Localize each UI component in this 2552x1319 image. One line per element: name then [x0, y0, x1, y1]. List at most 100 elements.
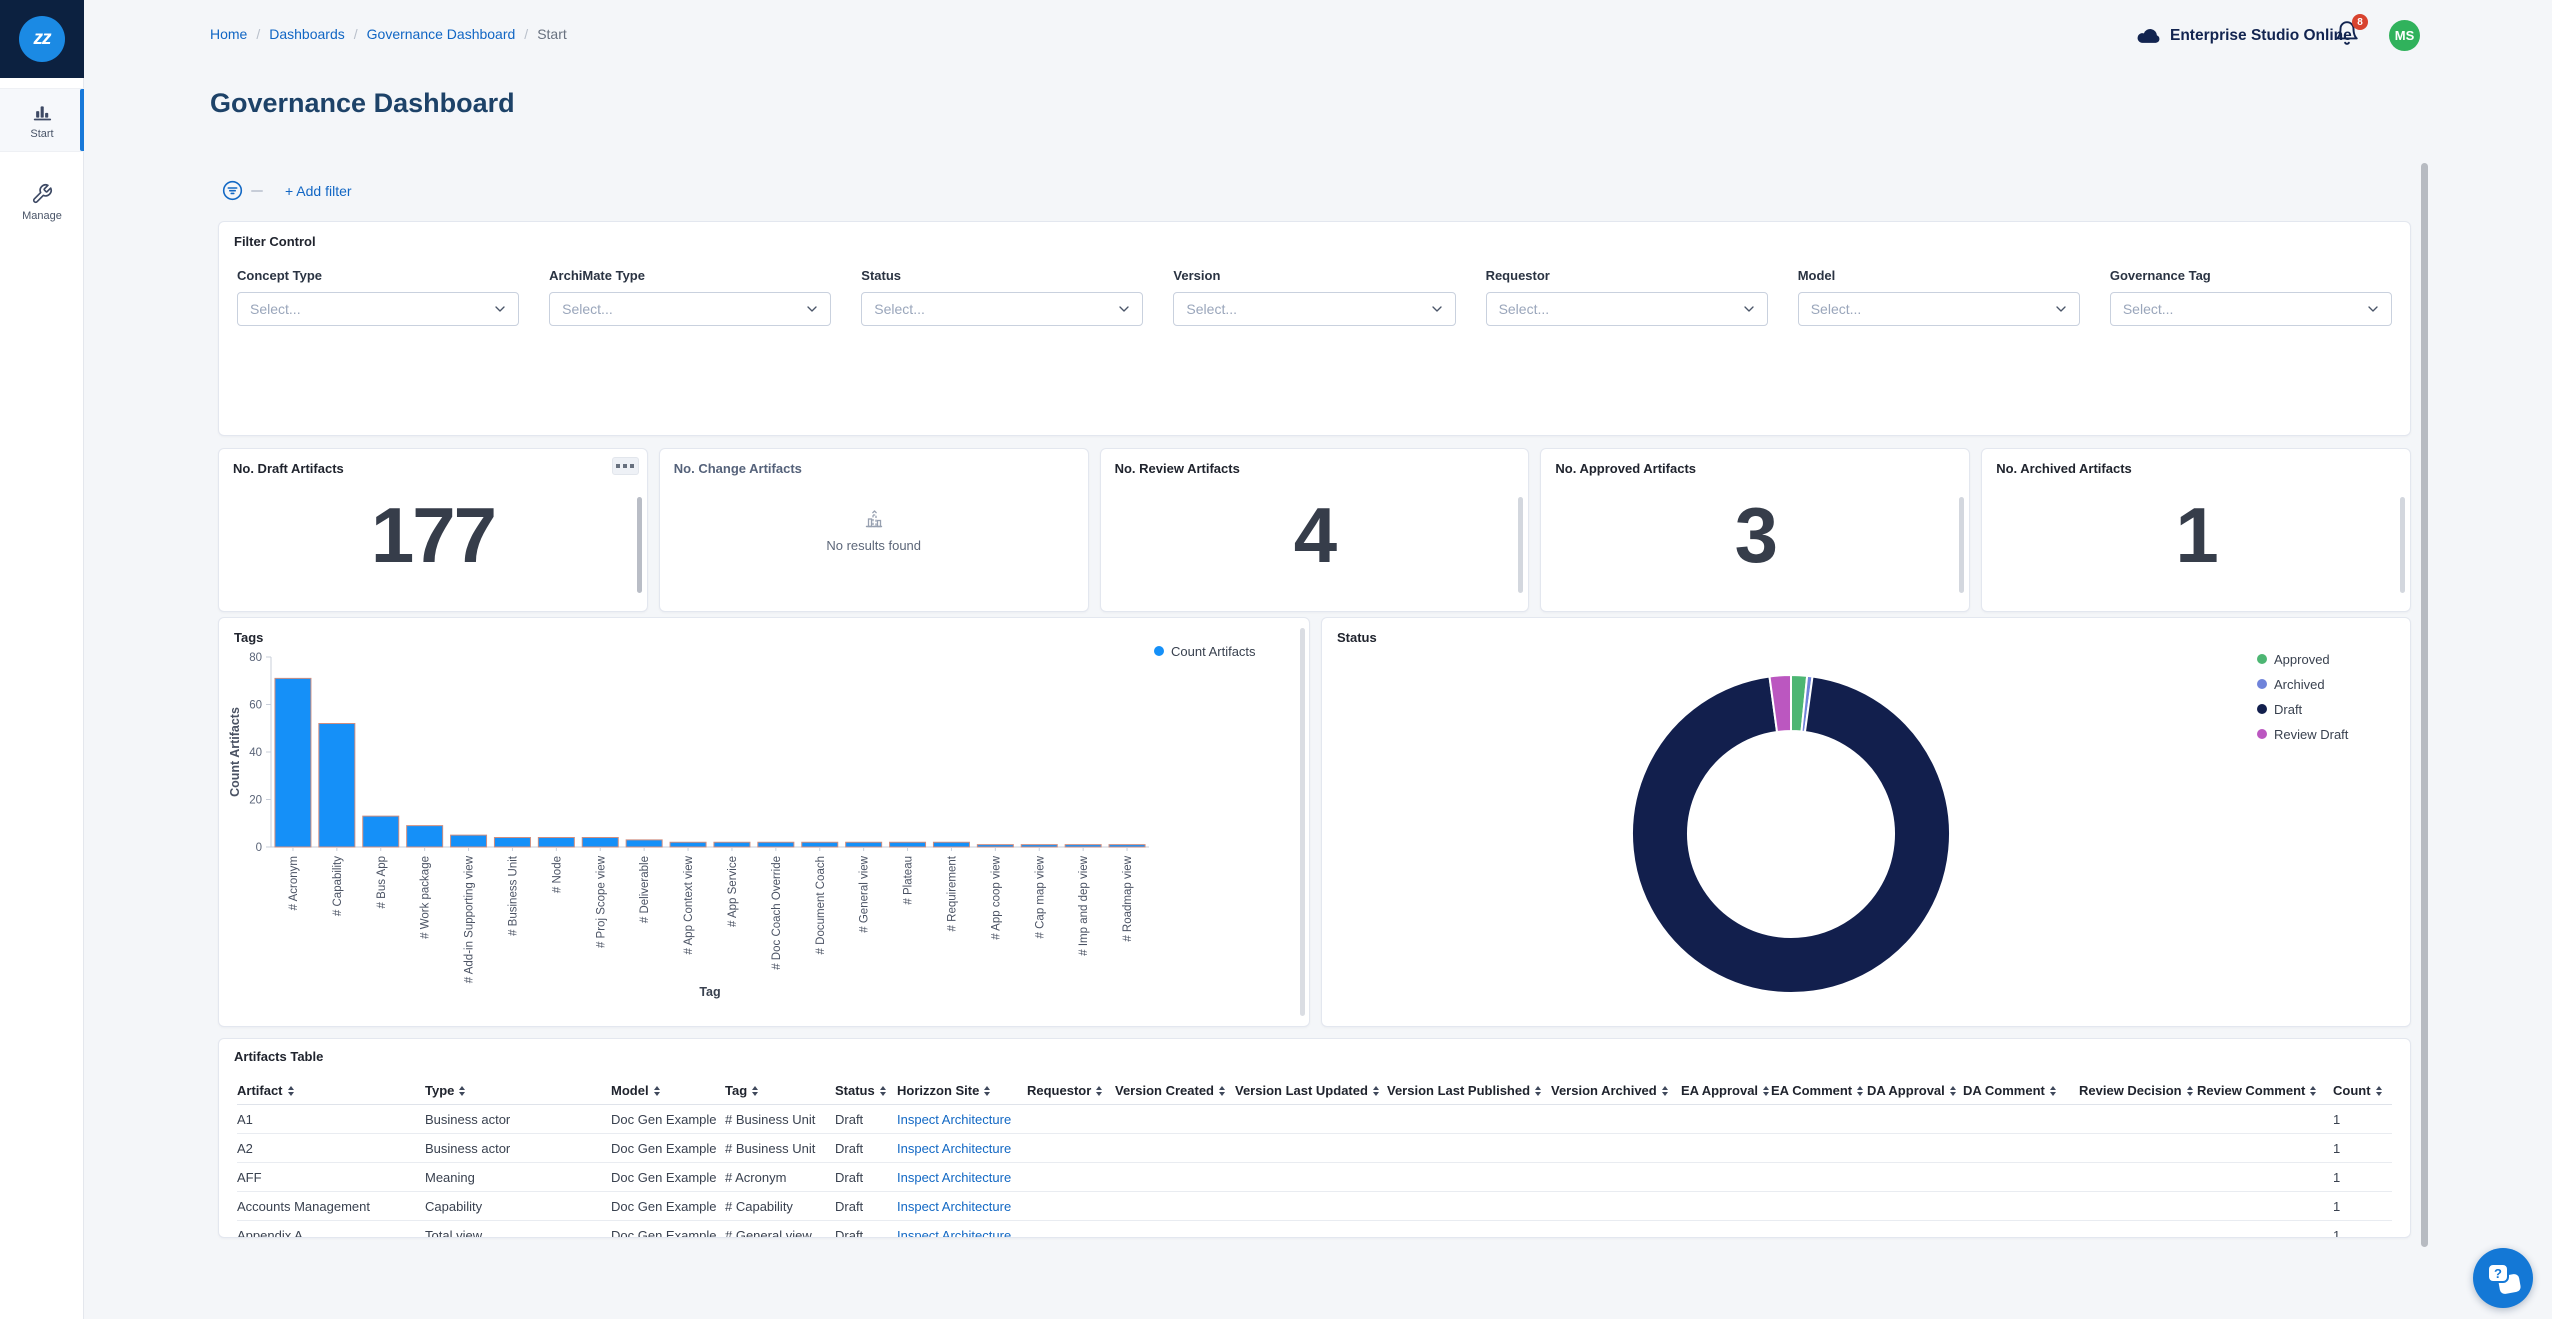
column-header-tag[interactable]: Tag: [725, 1083, 835, 1098]
column-header-da-approval[interactable]: DA Approval: [1867, 1083, 1963, 1098]
column-header-label: Version Last Updated: [1235, 1083, 1368, 1098]
filter-select-model[interactable]: Select...: [1798, 292, 2080, 326]
chevron-down-icon: [1741, 301, 1757, 317]
cell-status: Draft: [835, 1199, 897, 1214]
card-scrollbar[interactable]: [1518, 497, 1523, 593]
artifacts-table-panel: Artifacts Table ArtifactTypeModelTagStat…: [218, 1038, 2411, 1238]
select-placeholder: Select...: [1499, 301, 1550, 317]
column-header-version-archived[interactable]: Version Archived: [1551, 1083, 1681, 1098]
card-scrollbar[interactable]: [637, 497, 642, 593]
column-header-label: EA Comment: [1771, 1083, 1852, 1098]
filter-field-model: ModelSelect...: [1798, 268, 2080, 326]
tags-bar: [626, 840, 662, 847]
column-header-requestor[interactable]: Requestor: [1027, 1083, 1115, 1098]
column-header-version-last-published[interactable]: Version Last Published: [1387, 1083, 1551, 1098]
table-row[interactable]: Accounts ManagementCapabilityDoc Gen Exa…: [237, 1192, 2392, 1221]
filter-circle-icon[interactable]: [222, 180, 243, 201]
filter-select-status[interactable]: Select...: [861, 292, 1143, 326]
column-header-review-decision[interactable]: Review Decision: [2079, 1083, 2197, 1098]
column-header-label: Review Comment: [2197, 1083, 2305, 1098]
notifications-button[interactable]: 8: [2334, 20, 2368, 54]
add-filter-button[interactable]: + Add filter: [285, 183, 352, 199]
cell-artifact: AFF: [237, 1170, 425, 1185]
tags-x-label: # General view: [859, 855, 871, 932]
table-row[interactable]: AFFMeaningDoc Gen Example# AcronymDraftI…: [237, 1163, 2392, 1192]
tags-bar: [977, 845, 1013, 847]
column-header-label: Version Created: [1115, 1083, 1214, 1098]
breadcrumb-item-dashboards[interactable]: Dashboards: [269, 26, 345, 42]
panel-title: Filter Control: [234, 234, 316, 249]
cell-horizzon-site[interactable]: Inspect Architecture: [897, 1170, 1027, 1185]
help-chat-button[interactable]: ?: [2473, 1248, 2533, 1308]
cell-artifact: A1: [237, 1112, 425, 1127]
breadcrumb-item-home[interactable]: Home: [210, 26, 247, 42]
cell-model: Doc Gen Example: [611, 1170, 725, 1185]
cell-horizzon-site[interactable]: Inspect Architecture: [897, 1228, 1027, 1239]
column-header-label: Review Decision: [2079, 1083, 2182, 1098]
tags-bar: [407, 826, 443, 847]
cell-model: Doc Gen Example: [611, 1199, 725, 1214]
table-row[interactable]: A1Business actorDoc Gen Example# Busines…: [237, 1105, 2392, 1134]
table-row[interactable]: A2Business actorDoc Gen Example# Busines…: [237, 1134, 2392, 1163]
tags-x-label: # Deliverable: [639, 856, 651, 923]
panel-scrollbar[interactable]: [1300, 628, 1305, 1016]
column-header-horizzon-site[interactable]: Horizzon Site: [897, 1083, 1027, 1098]
sort-icon: [2376, 1086, 2382, 1096]
breadcrumb-item-governance-dashboard[interactable]: Governance Dashboard: [367, 26, 516, 42]
filter-select-concept-type[interactable]: Select...: [237, 292, 519, 326]
chevron-down-icon: [1429, 301, 1445, 317]
column-header-ea-approval[interactable]: EA Approval: [1681, 1083, 1771, 1098]
column-header-version-last-updated[interactable]: Version Last Updated: [1235, 1083, 1387, 1098]
tags-x-label: # App Context view: [683, 855, 695, 954]
column-header-status[interactable]: Status: [835, 1083, 897, 1098]
sort-icon: [1950, 1086, 1956, 1096]
empty-state: No results found: [660, 507, 1088, 553]
cell-type: Meaning: [425, 1170, 611, 1185]
column-header-count[interactable]: Count: [2333, 1083, 2389, 1098]
sidebar-item-label: Start: [30, 128, 53, 140]
breadcrumb-separator: /: [256, 26, 260, 42]
column-header-review-comment[interactable]: Review Comment: [2197, 1083, 2333, 1098]
kpi-card-title: No. Archived Artifacts: [1996, 461, 2396, 476]
cell-horizzon-site[interactable]: Inspect Architecture: [897, 1112, 1027, 1127]
sidebar-item-start[interactable]: Start: [0, 88, 84, 152]
tags-x-label: # Doc Coach Override: [771, 856, 783, 970]
cell-type: Business actor: [425, 1112, 611, 1127]
filter-select-requestor[interactable]: Select...: [1486, 292, 1768, 326]
tags-bar: [758, 842, 794, 847]
column-header-artifact[interactable]: Artifact: [237, 1083, 425, 1098]
cell-horizzon-site[interactable]: Inspect Architecture: [897, 1141, 1027, 1156]
column-header-da-comment[interactable]: DA Comment: [1963, 1083, 2079, 1098]
column-header-label: DA Comment: [1963, 1083, 2045, 1098]
cloud-icon: [2135, 22, 2162, 49]
artifacts-table: ArtifactTypeModelTagStatusHorizzon SiteR…: [237, 1077, 2392, 1238]
breadcrumb-separator: /: [524, 26, 528, 42]
tags-bar: [494, 838, 530, 848]
table-row[interactable]: Appendix ATotal viewDoc Gen Example# Gen…: [237, 1221, 2392, 1238]
filter-select-version[interactable]: Select...: [1173, 292, 1455, 326]
user-avatar[interactable]: MS: [2389, 20, 2420, 51]
cell-horizzon-site[interactable]: Inspect Architecture: [897, 1199, 1027, 1214]
column-header-label: EA Approval: [1681, 1083, 1758, 1098]
sidebar-item-manage[interactable]: Manage: [0, 170, 84, 234]
card-scrollbar[interactable]: [2400, 497, 2405, 593]
column-header-ea-comment[interactable]: EA Comment: [1771, 1083, 1867, 1098]
filter-field-governance-tag: Governance TagSelect...: [2110, 268, 2392, 326]
column-header-model[interactable]: Model: [611, 1083, 725, 1098]
tags-bar: [670, 842, 706, 847]
card-scrollbar[interactable]: [1959, 497, 1964, 593]
chevron-down-icon: [2053, 301, 2069, 317]
sort-icon: [1373, 1086, 1379, 1096]
kpi-value: 177: [219, 490, 647, 581]
filter-select-archimate-type[interactable]: Select...: [549, 292, 831, 326]
sort-icon: [1535, 1086, 1541, 1096]
main-scrollbar[interactable]: [2421, 163, 2428, 1247]
tags-x-label: # Proj Scope view: [595, 855, 607, 948]
filter-select-governance-tag[interactable]: Select...: [2110, 292, 2392, 326]
cell-status: Draft: [835, 1228, 897, 1239]
column-header-type[interactable]: Type: [425, 1083, 611, 1098]
app-logo[interactable]: zz: [0, 0, 84, 78]
card-menu-button[interactable]: [612, 457, 639, 475]
column-header-version-created[interactable]: Version Created: [1115, 1083, 1235, 1098]
kpi-card-row: No. Draft Artifacts177No. Change Artifac…: [218, 448, 2411, 612]
